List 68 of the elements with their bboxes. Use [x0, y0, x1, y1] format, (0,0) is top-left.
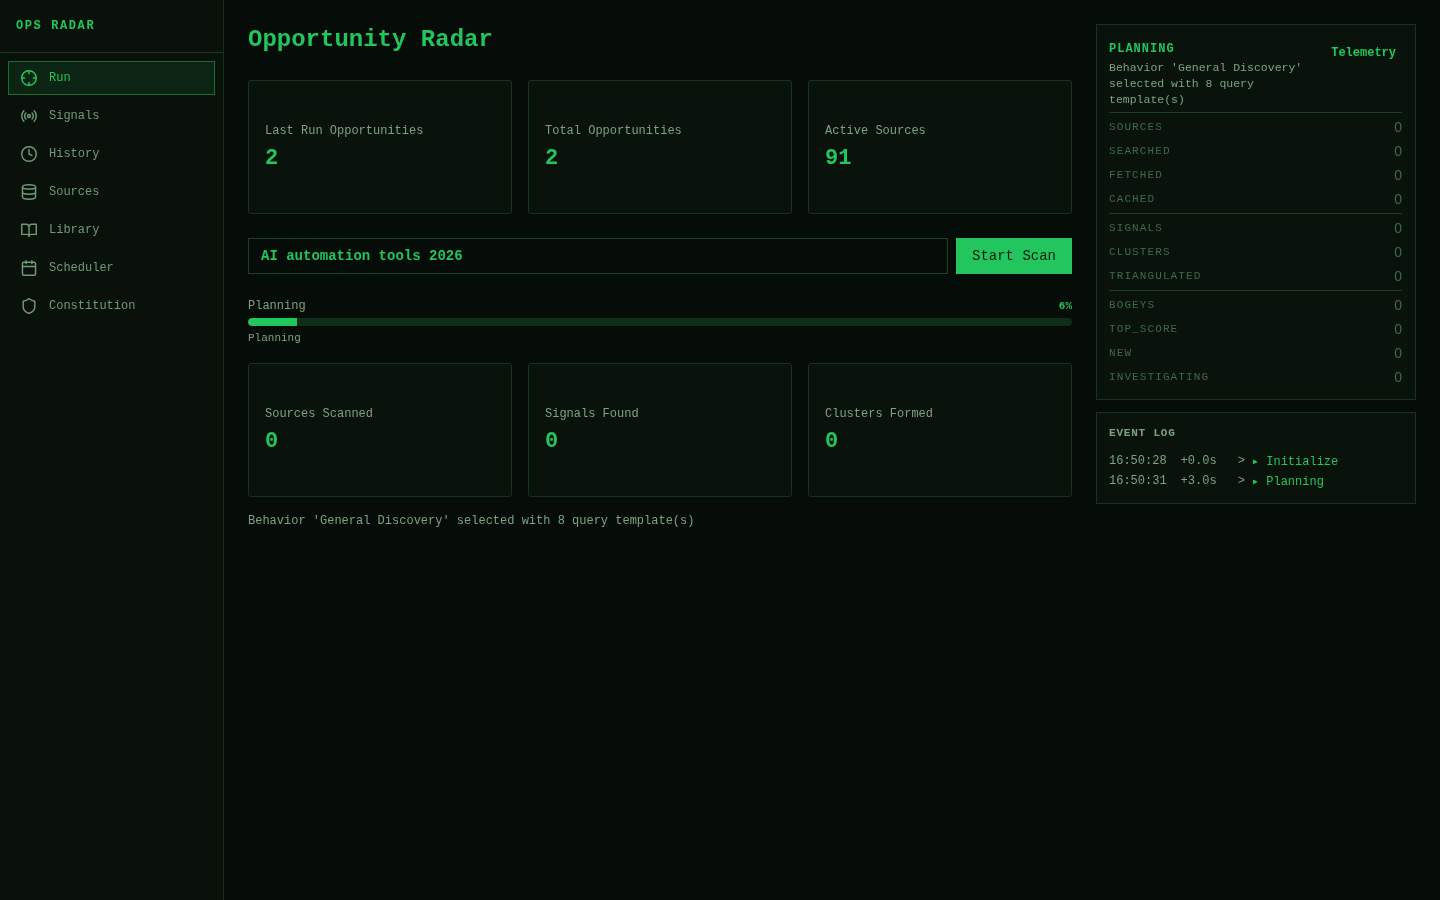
metric-value: 0	[1394, 321, 1402, 337]
phase-title: PLANNING	[1109, 41, 1175, 58]
metric-label: SOURCES	[1109, 121, 1163, 133]
metric-value: 0	[1394, 297, 1402, 313]
stat-label: Sources Scanned	[265, 405, 374, 422]
metric-value: 0	[1394, 268, 1402, 284]
book-icon	[21, 222, 37, 238]
metric-label: TRIANGULATED	[1109, 270, 1202, 282]
app-title: OPS RADAR	[16, 19, 96, 33]
nav-item[interactable]: Run	[8, 61, 215, 95]
event-offset: +3.0s	[1180, 474, 1217, 488]
database-icon	[21, 184, 37, 200]
metric-value: 0	[1394, 244, 1402, 260]
nav-item[interactable]: Sources	[8, 175, 215, 209]
metric-label: SIGNALS	[1109, 222, 1163, 234]
progress-label: Planning	[248, 298, 306, 314]
event-name: ▸ Initialize	[1251, 453, 1339, 469]
stat-value: 2	[545, 145, 559, 172]
start-scan-button[interactable]: Start Scan	[956, 238, 1072, 274]
metric-label: TOP_SCORE	[1109, 323, 1179, 335]
progress-percent: 6%	[1058, 299, 1072, 314]
metric-value: 0	[1394, 369, 1402, 385]
metric-label: FETCHED	[1109, 169, 1163, 181]
event-prompt: >	[1237, 454, 1245, 468]
stat-value: 0	[265, 428, 279, 455]
stat-value: 0	[825, 428, 839, 455]
event-name: ▸ Planning	[1251, 473, 1324, 489]
event-offset: +0.0s	[1180, 454, 1217, 468]
metric-label: SEARCHED	[1109, 145, 1171, 157]
metric-label: INVESTIGATING	[1109, 371, 1210, 383]
stat-label: Signals Found	[545, 405, 639, 422]
metric-value: 0	[1394, 220, 1402, 236]
metric-value: 0	[1394, 167, 1402, 183]
calendar-icon	[21, 260, 37, 276]
stat-label: Last Run Opportunities	[265, 122, 424, 139]
nav-item[interactable]: Scheduler	[8, 251, 215, 285]
stat-value: 2	[265, 145, 279, 172]
stat-value: 0	[545, 428, 559, 455]
crosshair-icon	[21, 70, 37, 86]
metric-value: 0	[1394, 345, 1402, 361]
metric-label: NEW	[1109, 347, 1133, 359]
stat-label: Total Opportunities	[545, 122, 682, 139]
query-input[interactable]: AI automation tools 2026	[248, 238, 948, 274]
broadcast-icon	[21, 108, 37, 124]
status-message: Behavior 'General Discovery' selected with 8 query template(s)	[248, 513, 695, 529]
metric-label: CLUSTERS	[1109, 246, 1171, 258]
event-time: 16:50:28	[1109, 454, 1167, 468]
nav-item[interactable]: Constitution	[8, 289, 215, 323]
metric-label: CACHED	[1109, 193, 1156, 205]
event-prompt: >	[1237, 474, 1245, 488]
stat-label: Clusters Formed	[825, 405, 934, 422]
event-time: 16:50:31	[1109, 474, 1167, 488]
nav-item[interactable]: Signals	[8, 99, 215, 133]
stat-value: 91	[825, 145, 852, 172]
phase-description: Behavior 'General Discovery' selected with 8 query template(s)	[1109, 60, 1304, 108]
stat-label: Active Sources	[825, 122, 926, 139]
metric-label: BOGEYS	[1109, 299, 1156, 311]
progress-status: Planning	[248, 331, 301, 346]
telemetry-button[interactable]: Telemetry	[1331, 46, 1396, 60]
metric-value: 0	[1394, 143, 1402, 159]
metric-value: 0	[1394, 191, 1402, 207]
clock-icon	[21, 146, 37, 162]
page-title: Opportunity Radar	[248, 25, 493, 55]
nav-item[interactable]: History	[8, 137, 215, 171]
metric-value: 0	[1394, 119, 1402, 135]
nav-item[interactable]: Library	[8, 213, 215, 247]
event-log-title: EVENT LOG	[1109, 426, 1176, 441]
shield-icon	[21, 298, 37, 314]
